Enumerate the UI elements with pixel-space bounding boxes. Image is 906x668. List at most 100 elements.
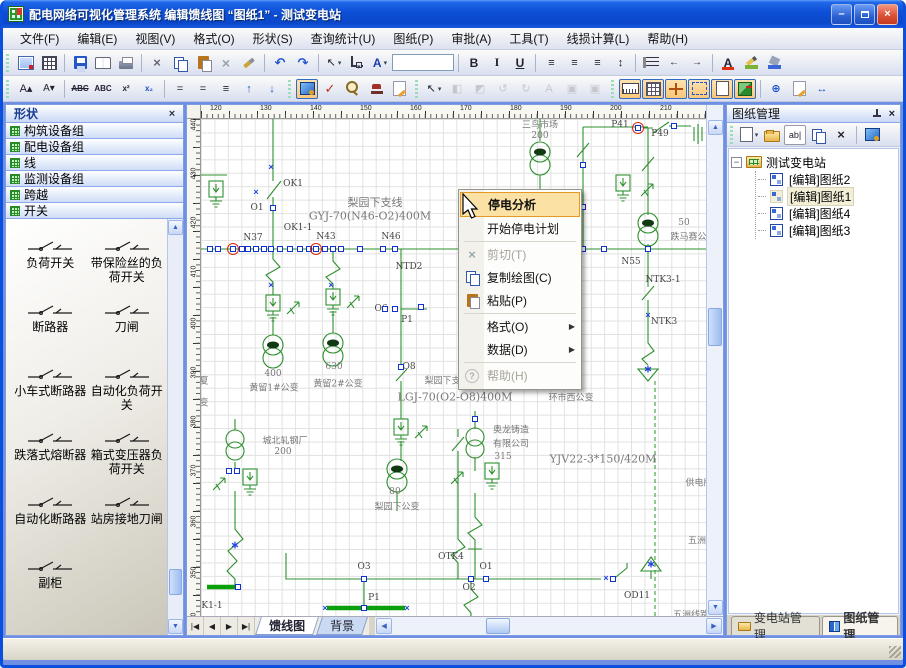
italic-button[interactable]: I [486, 53, 508, 73]
shape-group-bar[interactable]: 线 [6, 155, 183, 171]
context-menu-item[interactable]: 格式(O) ▶ [460, 315, 580, 338]
connector-tool-button[interactable] [346, 53, 368, 73]
menu-item[interactable]: 工具(T) [500, 27, 557, 50]
align-center-button[interactable]: ≡ [563, 53, 585, 73]
shapes-scrollbar[interactable]: ▲ ▼ [167, 219, 183, 635]
strikethrough-button[interactable]: ABC [69, 79, 91, 99]
shape-item[interactable]: 负荷开关 [12, 233, 89, 293]
bullets-button[interactable] [640, 53, 662, 73]
format-painter-button[interactable] [238, 53, 260, 73]
scroll-thumb[interactable] [169, 569, 182, 595]
toolbar-button[interactable] [609, 80, 616, 98]
scroll-down-icon[interactable]: ▼ [708, 600, 723, 615]
rotate-right-button[interactable]: ↻ [515, 79, 537, 99]
feeder-diagram-button[interactable] [15, 53, 37, 73]
menu-item[interactable]: 形状(S) [244, 27, 302, 50]
send-to-back-button[interactable]: ▣ [584, 79, 606, 99]
flip-vertical-button[interactable]: ◩ [469, 79, 491, 99]
drawing-panel-close-icon[interactable]: × [889, 108, 895, 120]
shape-item[interactable]: 副柜 [12, 553, 89, 613]
toolbar-button[interactable] [64, 80, 65, 98]
context-menu-item[interactable]: 复制绘图(C) [460, 266, 580, 289]
tree-drawing-row[interactable]: [编辑]图纸4 [756, 205, 896, 222]
canvas-horizontal-scrollbar[interactable]: ◀ ▶ [369, 617, 723, 635]
toolbar-button[interactable] [535, 54, 536, 72]
font-increase-button[interactable]: A▴ [15, 79, 37, 99]
font-color-button[interactable]: A [717, 53, 739, 73]
save-button[interactable] [69, 53, 91, 73]
rename-drawing-button[interactable]: ab| [784, 125, 806, 145]
shape-item[interactable]: 刀闸 [89, 297, 166, 357]
toolbar-button[interactable] [64, 54, 65, 72]
tree-drawing-row[interactable]: [编辑]图纸2 [756, 171, 896, 188]
paste-button[interactable] [192, 53, 214, 73]
ruler-toggle-button[interactable] [619, 79, 641, 99]
scroll-right-icon[interactable]: ▶ [706, 618, 722, 634]
station-sync-button[interactable] [861, 125, 883, 145]
menu-item[interactable]: 审批(A) [442, 27, 500, 50]
underline-button[interactable]: U [509, 53, 531, 73]
fill-color-button[interactable] [763, 53, 785, 73]
no-strikethrough-button[interactable]: ABC [92, 79, 114, 99]
shape-item[interactable]: 小车式断路器 [12, 361, 89, 421]
copy-button[interactable] [169, 53, 191, 73]
vertical-text-button[interactable]: ↕ [609, 53, 631, 73]
next-sheet-button[interactable]: ▶ [221, 617, 238, 635]
toolbar-button[interactable] [760, 80, 761, 98]
menu-item[interactable]: 文件(F) [11, 27, 68, 50]
shape-item[interactable]: 站房接地刀闸 [89, 489, 166, 549]
print-preview-button[interactable] [92, 53, 114, 73]
space-before-button[interactable]: ↑ [238, 79, 260, 99]
shape-group-bar[interactable]: 跨越 [6, 187, 183, 203]
highlight-color-button[interactable] [740, 53, 762, 73]
shape-properties-button[interactable] [788, 79, 810, 99]
panel-tab[interactable]: 图纸管理 [822, 616, 898, 635]
move-shapes-button[interactable]: ↔ [811, 79, 833, 99]
rotate-left-button[interactable]: ↺ [492, 79, 514, 99]
menu-item[interactable]: 帮助(H) [638, 27, 697, 50]
indent-button[interactable]: → [686, 53, 708, 73]
page-breaks-toggle-button[interactable] [711, 79, 733, 99]
multi-select-button[interactable]: ↖ [423, 79, 445, 99]
toolbar-button[interactable] [318, 54, 319, 72]
tree-collapse-icon[interactable]: − [731, 157, 742, 168]
shape-group-bar[interactable]: 监测设备组 [6, 171, 183, 187]
scroll-up-icon[interactable]: ▲ [168, 220, 183, 235]
menu-item[interactable]: 线损计算(L) [558, 27, 639, 50]
text-style-field[interactable] [392, 54, 454, 71]
shape-item[interactable]: 跌落式熔断器 [12, 425, 89, 485]
flip-horizontal-button[interactable]: ◧ [446, 79, 468, 99]
find-device-button[interactable] [342, 79, 364, 99]
drawing-canvas[interactable]: 三鸟市场200P41P49OK1O1OK1-1N37N43N46梨园下支线GYJ… [201, 119, 706, 616]
rotate-text-button[interactable]: A [538, 79, 560, 99]
context-menu-item[interactable]: 帮助(H) [460, 364, 580, 387]
text-tool-button[interactable]: A [369, 53, 391, 73]
redo-button[interactable]: ↷ [292, 53, 314, 73]
toolbar-button[interactable] [141, 54, 142, 72]
pointer-tool-button[interactable]: ↖ [323, 53, 345, 73]
sheet-tab[interactable]: 馈线图 [255, 617, 319, 635]
delete-button[interactable] [215, 53, 237, 73]
map-view-toggle-button[interactable] [734, 79, 756, 99]
new-drawing-button[interactable] [738, 125, 760, 145]
shape-item[interactable]: 自动化负荷开关 [89, 361, 166, 421]
last-sheet-button[interactable]: ▶| [238, 617, 255, 635]
subscript-button[interactable]: x₂ [138, 79, 160, 99]
scroll-up-icon[interactable]: ▲ [708, 120, 723, 135]
toolbar-button[interactable] [286, 80, 293, 98]
undo-button[interactable]: ↶ [269, 53, 291, 73]
shapes-panel-close-icon[interactable]: × [165, 108, 179, 120]
tree-drawing-row[interactable]: [编辑]图纸1 [756, 188, 896, 205]
space-after-button[interactable]: ↓ [261, 79, 283, 99]
guides-toggle-button[interactable] [665, 79, 687, 99]
first-sheet-button[interactable]: |◀ [187, 617, 204, 635]
shape-group-bar[interactable]: 构筑设备组 [6, 123, 183, 139]
tree-drawing-row[interactable]: [编辑]图纸3 [756, 222, 896, 239]
scroll-down-icon[interactable]: ▼ [168, 619, 183, 634]
toolbar-button[interactable] [712, 54, 713, 72]
outdent-button[interactable]: ← [663, 53, 685, 73]
shape-item[interactable]: 自动化断路器 [12, 489, 89, 549]
shape-item[interactable]: 带保险丝的负荷开关 [89, 233, 166, 293]
menu-item[interactable]: 图纸(P) [384, 27, 442, 50]
superscript-button[interactable]: x² [115, 79, 137, 99]
